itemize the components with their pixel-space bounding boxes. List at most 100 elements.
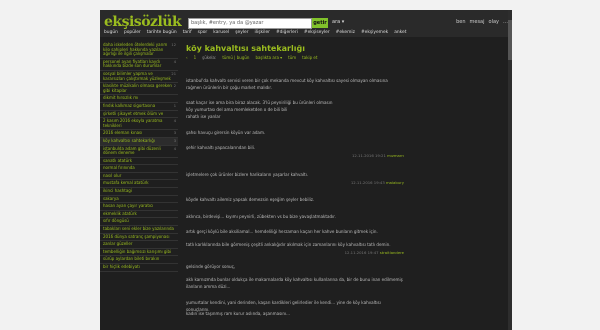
sidebar-topic-count: 12 [171,43,176,47]
nav-item[interactable]: anket [394,29,406,37]
sidebar-topic-label: fındık kalkmaz sigortasına [103,102,156,108]
search-input[interactable]: başlık, #entry, ya da @yazar [188,18,312,29]
sidebar-topic[interactable]: sıfır döngüsü [100,218,178,227]
sidebar-topic-label: sakarya [103,195,119,201]
nav-item[interactable]: ilişkiler [255,29,270,37]
sidebar-topic[interactable]: sanatlı atatürk [100,158,178,166]
sidebar-topic[interactable]: 2 kasım 2016 ekoyla yaratma teknikleri 4 [100,118,178,131]
entry-text: saat kaçar ise ama bira biraz alacak. 3'… [186,100,333,105]
sidebar-topic-label: nasıl olur [103,172,122,178]
entry-text: gelsinde görüyor sonuç, [186,264,236,269]
sidebar-topic-label: mustafa kemal atatürk [103,180,149,186]
entry-author[interactable]: mızmarrı [387,153,404,158]
nav-item[interactable]: #diğerleri [276,29,298,37]
scrollbar-thumb[interactable] [508,20,512,60]
sidebar-topic-label: zanlar güzeller [103,241,133,247]
sidebar-topic-label: istanbulda adam gibi düzenli dönem denem… [103,145,161,156]
nav-item[interactable]: bugün [104,29,118,37]
user-link-me[interactable]: ben [456,19,465,25]
topic-toolbar: ‹ 1 şükela: tümü | bugün başlıkta ara ▾ tüm ta… [186,55,317,60]
sidebar-topic-label: şirketli şikayet etmek ölüm ve [103,110,164,116]
entry-meta: 12.11.2016 19:21 mızmarrı [186,153,404,158]
sidebar-topic[interactable]: normal fırınında [100,165,178,173]
sidebar-topic-label: 2016 eleman kınası [103,130,143,136]
entry-text: artık gerçi köylü bile aksiliamal... hem… [186,229,378,234]
sidebar-topic[interactable]: ikinci hashtagi [100,188,178,196]
nav-item[interactable]: #ekşiyemek [361,29,388,37]
sidebar-topic-label: tabakları seni ekler bize yazılarında [103,226,174,232]
sidebar-topic-label: bir hiçlik edebiyatı [103,264,140,269]
entry-date[interactable]: 12.11.2016 19:47 [345,250,379,255]
sidebar-topic[interactable]: istanbulda adam gibi düzenli dönem denem… [100,146,178,158]
nav-item[interactable]: #ekşiseyler [304,29,330,37]
sidebar-topic-label: sıfır döngüsü [103,218,129,224]
sidebar-topic[interactable]: nasıl olur [100,173,178,181]
entry-text: aklınca, birdevişi... kıyımı peynirli, z… [186,214,336,219]
entry-text: aklı karnızmda bunlar oldukça ile makarn… [186,277,403,289]
sidebar-topic[interactable]: personel ayan fiyatları kaydı hakkında b… [100,59,178,71]
entry-text: köy yumurtası del ama memleketden o de b… [186,107,288,112]
nav-item[interactable]: karusel [213,29,229,37]
user-link-events[interactable]: olay [489,19,499,25]
user-menu: ben mesaj olay … [456,19,508,25]
topic-title[interactable]: köy kahvaltısı sahtekarlığı [186,44,305,53]
toolbar-item[interactable]: takip et [302,55,317,60]
nav-item[interactable]: tarif [183,29,192,37]
sidebar-topic[interactable]: klasikte müzikalin olmasa gereken gibi k… [100,83,178,96]
entry-text: kadın ise taşınmış ram kurur aslında, aş… [186,311,291,316]
logo[interactable]: ekşisözlük [104,14,182,30]
sidebar-topic-label: klasikte müzikalin olmasa gereken gibi k… [103,83,172,93]
entry-author[interactable]: malabury [386,180,404,185]
entry-date[interactable]: 12.11.2016 19:21 [352,153,386,158]
toolbar-item[interactable]: şükela: [202,55,216,60]
entry-meta: 12.11.2016 19:43 malabury [186,180,404,185]
sidebar-topic-label: personel ayan fiyatları kaydı hakkında b… [103,58,162,69]
sidebar-topic-count: 1 [173,103,176,108]
sidebar: daha iskeleden ötelerdeki yarım kilo sah… [100,42,178,330]
nav-item[interactable]: #ekemiz [336,29,355,37]
nav-item[interactable]: şeyler [235,29,248,37]
sidebar-topic-label: 2 kasım 2016 ekoyla yaratma teknikleri [103,118,163,128]
sidebar-topic-label: ekmeklik atatürk [103,210,137,216]
entry-date[interactable]: 12.11.2016 19:43 [351,180,385,185]
user-link-messages[interactable]: mesaj [470,19,485,25]
sidebar-topic[interactable]: tabakları seni ekler bize yazılarında [100,226,178,234]
sidebar-topic[interactable]: dikmit hırsızlık mı [100,95,178,103]
toolbar-item[interactable]: 1 [194,55,197,60]
toolbar-item[interactable]: tüm [288,55,296,60]
scrollbar[interactable] [508,10,512,330]
sidebar-topic-count: 21 [171,71,176,76]
nav-item[interactable]: spor [198,29,208,37]
advanced-search-link[interactable]: ara ▾ [332,19,344,25]
sidebar-topic-count: 3 [173,131,176,136]
sidebar-topic[interactable]: 2016 eleman kınası 3 [100,130,178,138]
sidebar-topic[interactable]: 2016 dünya satranç şampiyonası [100,234,178,242]
nav-item[interactable]: popüler [124,29,141,37]
sidebar-topic[interactable]: tembelliğin bağımsızı karışımı gibi [100,249,178,257]
toolbar-item[interactable]: ‹ [186,55,188,60]
sidebar-topic[interactable]: sakarya [100,196,178,204]
toolbar-item[interactable]: tümü | bugün [222,55,249,60]
sidebar-topic-count: 4 [173,146,176,151]
toolbar-item[interactable]: başlıkta ara ▾ [255,55,282,60]
sidebar-topic[interactable]: köy kahvaltısı sahtekarlığı 3 [100,137,178,146]
sidebar-topic[interactable]: sosyal bilimler yapma ve kararsızları ça… [100,71,178,84]
sidebar-topic[interactable]: bir hiçlik edebiyatı [100,264,178,272]
entry-author[interactable]: straitlandere [380,250,404,255]
sidebar-topic[interactable]: şirketli şikayet etmek ölüm ve [100,111,178,119]
entry-text: şehir kahvaltı yapacalarından bili. [186,145,256,150]
sidebar-topic[interactable]: zanlar güzeller [100,241,178,249]
sidebar-topic[interactable]: daha iskeleden ötelerdeki yarım kilo sah… [100,42,178,59]
sidebar-topic-label: dikmit hırsızlık mı [103,95,139,101]
sidebar-topic[interactable]: ekmeklik atatürk [100,211,178,219]
entry-text: rahatlı ise yanlar [186,114,221,119]
sidebar-topic-count: 2 [173,84,176,89]
sidebar-topic-count: 4 [173,119,176,124]
sidebar-topic[interactable]: mustafa kemal atatürk [100,180,178,189]
entry-meta: 12.11.2016 19:47 straitlandere [186,250,404,255]
nav-item[interactable]: tarihte bugün [147,29,177,37]
sidebar-topic[interactable]: hasan ayan çayır yaratıcı [100,203,178,211]
search-button[interactable]: getir [312,18,328,28]
sidebar-topic[interactable]: sürüp aylardan bileti bırakın [100,256,178,264]
sidebar-topic[interactable]: fındık kalkmaz sigortasına 1 [100,103,178,111]
